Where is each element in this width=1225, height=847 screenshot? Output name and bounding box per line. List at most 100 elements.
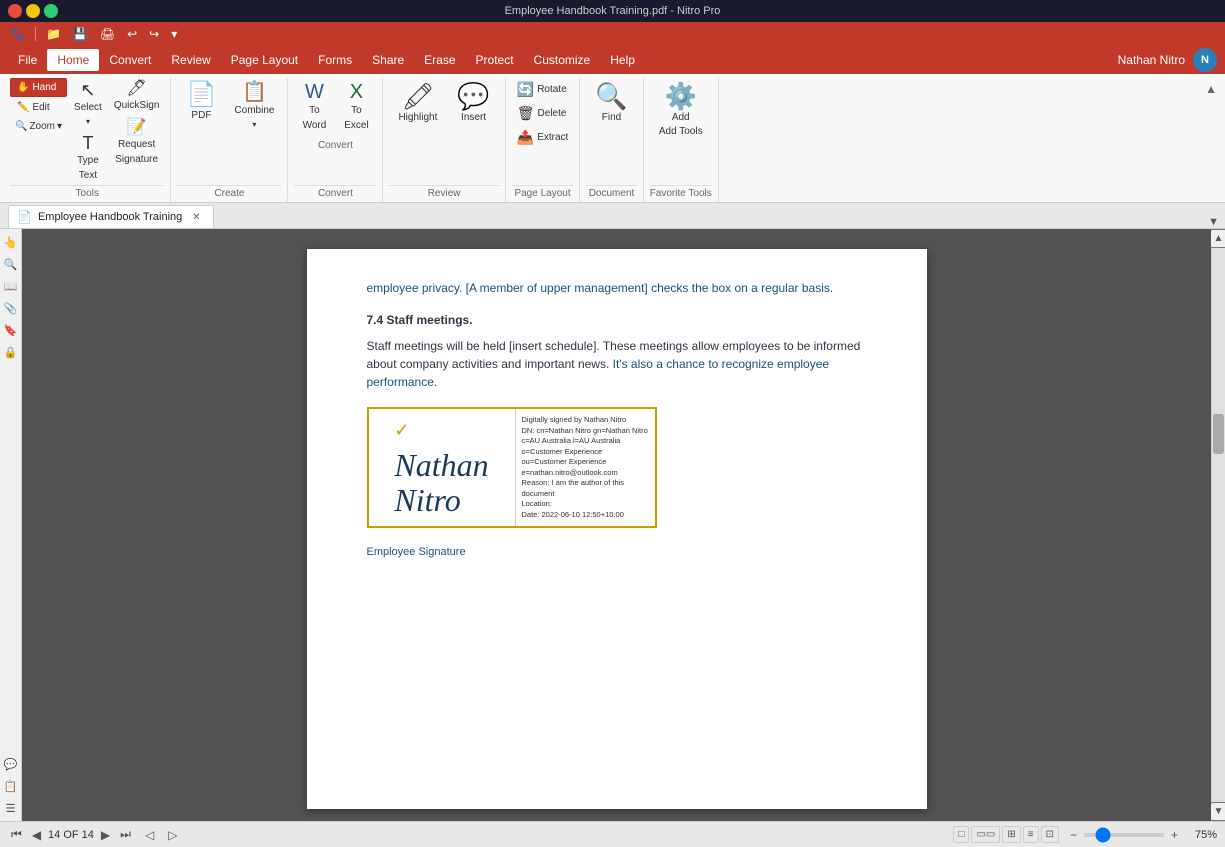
menu-erase[interactable]: Erase [414,49,465,71]
menu-convert[interactable]: Convert [99,49,161,71]
sig-name-line1: Nathan [394,447,488,483]
sidebar-icon-search[interactable]: 🔍 [2,255,20,273]
qa-customize-button[interactable]: ▾ [167,25,181,43]
view-double-btn[interactable]: ▭▭ [971,826,1000,843]
type-text-icon: T [82,134,93,152]
rotate-button[interactable]: 🔄 Rotate [512,78,574,101]
user-avatar[interactable]: N [1193,48,1217,72]
open-button[interactable]: 📁 [42,25,65,43]
extract-icon: 📤 [517,129,534,146]
menu-review[interactable]: Review [161,49,220,71]
nav-forward-btn[interactable]: ▷ [165,827,180,843]
sidebar-icon-layers[interactable]: ☰ [2,799,20,817]
pdf-button[interactable]: 📄 PDF [177,78,225,126]
view-grid-btn[interactable]: ⊞ [1002,826,1020,843]
ribbon-collapse[interactable]: ▲ [1201,78,1221,202]
menu-right: Nathan Nitro N [1118,48,1225,72]
find-label: Find [602,112,621,123]
document-items: 🔍 Find [586,78,636,185]
ribbon-collapse-btn[interactable]: ▲ [1205,82,1217,96]
pdf-icon: 📄 [186,83,216,107]
delete-label: Delete [538,108,567,119]
maximize-button[interactable] [44,4,58,18]
close-button[interactable] [8,4,22,18]
ribbon-group-convert: W To Word X To Excel Convert Convert [288,78,383,202]
menu-share[interactable]: Share [362,49,414,71]
minimize-button[interactable] [26,4,40,18]
last-page-btn[interactable]: ⏭ [117,826,134,843]
view-single-btn[interactable]: □ [953,826,969,843]
sidebar-icon-pages[interactable]: 📖 [2,277,20,295]
hand-button[interactable]: ✋ Hand [10,78,67,97]
add-tools-button[interactable]: ⚙️ Add Add Tools [650,78,712,142]
sidebar-icon-comments[interactable]: 💬 [2,755,20,773]
review-group-label: Review [389,185,498,202]
menu-file[interactable]: File [8,49,47,71]
sig-dn: DN: cn=Nathan Nitro gn=Nathan Nitro [522,426,649,437]
view-buttons: □ ▭▭ ⊞ ≡ ⊡ [953,826,1059,843]
request-sig-button[interactable]: 📝 Request Signature [109,117,165,169]
scroll-up-btn[interactable]: ▲ [1210,229,1225,248]
sidebar-icon-bookmarks[interactable]: 🔖 [2,321,20,339]
print-button[interactable]: 🖨 [96,25,119,43]
pdf-viewer[interactable]: employee privacy. [A member of upper man… [22,229,1211,821]
scroll-down-btn[interactable]: ▼ [1210,802,1225,821]
menu-customize[interactable]: Customize [524,49,601,71]
view-scroll-btn[interactable]: ≡ [1023,826,1039,843]
menu-help[interactable]: Help [600,49,645,71]
sig-date: Date: 2022-06-10 12:50+10:00 [522,510,649,521]
combine-icon: 📋 [242,82,267,102]
combine-group: 📋 Combine ▾ [227,78,281,133]
view-extra-btn[interactable]: ⊡ [1041,826,1059,843]
menu-protect[interactable]: Protect [466,49,524,71]
select-icon: ↖ [80,81,95,99]
menu-pagelayout[interactable]: Page Layout [221,49,308,71]
type-text-button[interactable]: T Type Text [69,131,107,185]
to-word-button[interactable]: W To Word [294,78,334,136]
hand-label: Hand [32,82,56,93]
select-button[interactable]: ↖ Select ▾ [69,78,107,129]
first-page-btn[interactable]: ⏮ [8,826,25,843]
zoom-minus-btn[interactable]: − [1067,827,1080,843]
combine-button[interactable]: 📋 Combine ▾ [227,78,281,133]
sidebar-icon-fields[interactable]: 📋 [2,777,20,795]
sig-right-panel: Digitally signed by Nathan Nitro DN: cn=… [515,409,655,526]
prev-page-btn[interactable]: ◀ [29,827,44,843]
tab-close-button[interactable]: ✕ [192,212,200,223]
ribbon-group-create: 📄 PDF 📋 Combine ▾ Create [171,78,288,202]
pdf-intro-text: employee privacy. [A member of upper man… [367,279,867,297]
sidebar-icon-attachments[interactable]: 📎 [2,299,20,317]
highlight-button[interactable]: 🖍 Highlight [389,78,446,128]
find-button[interactable]: 🔍 Find [586,78,636,128]
scroll-thumb[interactable] [1213,414,1224,454]
zoom-slider[interactable] [1084,833,1164,837]
sign-tools: 🖊 QuickSign 📝 Request Signature [109,78,165,169]
status-bar: ⏮ ◀ 14 OF 14 ▶ ⏭ ◁ ▷ □ ▭▭ ⊞ ≡ ⊡ − + 75% [0,821,1225,847]
to-excel-button[interactable]: X To Excel [336,78,376,136]
redo-button[interactable]: ↪ [145,25,163,43]
nav-back-btn[interactable]: ◁ [142,827,157,843]
sidebar-icon-hand[interactable]: 👆 [2,233,20,251]
undo-button[interactable]: ↩ [123,25,141,43]
right-scrollbar[interactable]: ▲ ▼ [1211,229,1225,821]
review-items: 🖍 Highlight 💬 Insert [389,78,498,185]
request-sig-label2: Signature [115,154,158,166]
edit-button[interactable]: ✏️ Edit [10,99,67,116]
menu-home[interactable]: Home [47,49,99,71]
save-button[interactable]: 💾 [69,25,92,43]
app-icon[interactable]: 🐾 [6,25,29,43]
extract-button[interactable]: 📤 Extract [512,126,574,149]
sidebar-icon-security[interactable]: 🔒 [2,343,20,361]
to-excel-icon: X [350,82,363,102]
quicksign-button[interactable]: 🖊 QuickSign [109,78,165,115]
tab-bar-expand-btn[interactable]: ▼ [1208,216,1219,228]
zoom-button[interactable]: 🔍 Zoom ▾ [10,118,67,135]
next-page-btn[interactable]: ▶ [98,827,113,843]
document-tab[interactable]: 📄 Employee Handbook Training ✕ [8,205,214,228]
menu-forms[interactable]: Forms [308,49,362,71]
signature-box: ✓ Nathan Nitro Digitally signed by Natha… [367,407,657,528]
delete-button[interactable]: 🗑 Delete [512,102,574,125]
to-word-label2: Word [303,120,327,132]
insert-button[interactable]: 💬 Insert [448,78,498,128]
zoom-plus-btn[interactable]: + [1168,827,1181,843]
